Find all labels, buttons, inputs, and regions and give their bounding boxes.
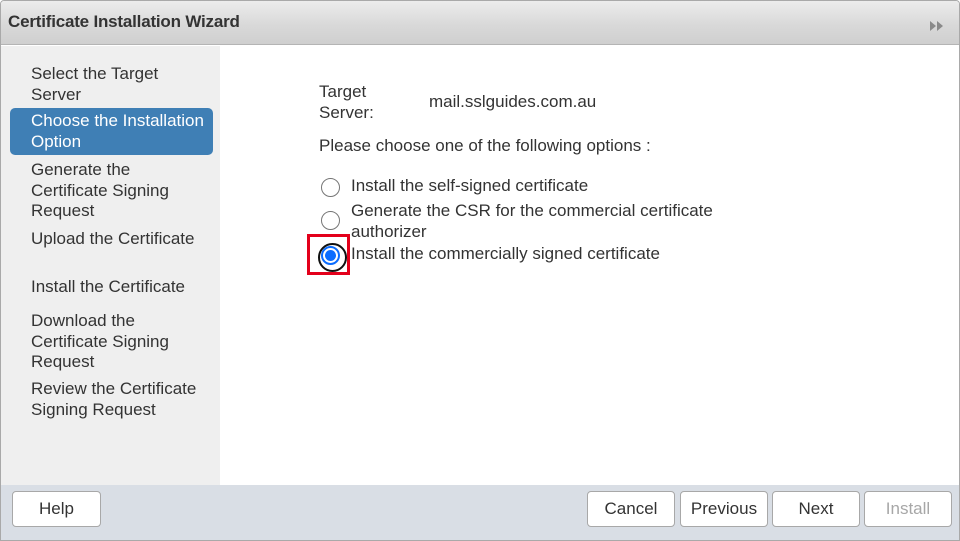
option-label: Generate the CSR for the commercial cert… <box>351 201 713 241</box>
option-label: Install the commercially signed certific… <box>351 244 660 263</box>
option-generate-csr[interactable]: Generate the CSR for the commercial cert… <box>319 201 739 242</box>
wizard-content: Target Server: mail.sslguides.com.au Ple… <box>220 46 959 485</box>
double-chevron-right-icon[interactable] <box>929 19 945 31</box>
previous-button[interactable]: Previous <box>680 491 768 527</box>
help-button[interactable]: Help <box>12 491 101 527</box>
radio-button[interactable] <box>321 211 340 230</box>
step-install-certificate[interactable]: Install the Certificate <box>10 277 213 298</box>
title-bar: Certificate Installation Wizard <box>1 1 959 45</box>
step-download-csr[interactable]: Download the Certificate Signing Request <box>10 311 213 373</box>
target-server-label: Target Server: <box>319 82 374 122</box>
options-prompt: Please choose one of the following optio… <box>319 136 651 155</box>
option-label: Install the self-signed certificate <box>351 176 589 195</box>
step-select-target-server[interactable]: Select the Target Server <box>10 64 213 105</box>
cancel-button[interactable]: Cancel <box>587 491 675 527</box>
step-generate-csr[interactable]: Generate the Certificate Signing Request <box>10 160 213 222</box>
target-server-value: mail.sslguides.com.au <box>429 92 597 111</box>
next-button[interactable]: Next <box>772 491 860 527</box>
wizard-footer: Help Cancel Previous Next Install <box>1 485 959 540</box>
annotation-highlight-box <box>307 234 350 275</box>
option-self-signed[interactable]: Install the self-signed certificate <box>319 176 749 197</box>
radio-button[interactable] <box>321 178 340 197</box>
step-upload-certificate[interactable]: Upload the Certificate <box>10 229 213 250</box>
step-review-csr[interactable]: Review the Certificate Signing Request <box>10 379 213 420</box>
wizard-steps-sidebar: Select the Target Server Choose the Inst… <box>1 46 220 485</box>
step-choose-installation-option[interactable]: Choose the Installation Option <box>10 108 213 155</box>
wizard-window: Certificate Installation Wizard Select t… <box>0 0 960 541</box>
window-title: Certificate Installation Wizard <box>8 12 240 31</box>
install-button[interactable]: Install <box>864 491 952 527</box>
option-commercially-signed[interactable]: Install the commercially signed certific… <box>318 243 749 272</box>
